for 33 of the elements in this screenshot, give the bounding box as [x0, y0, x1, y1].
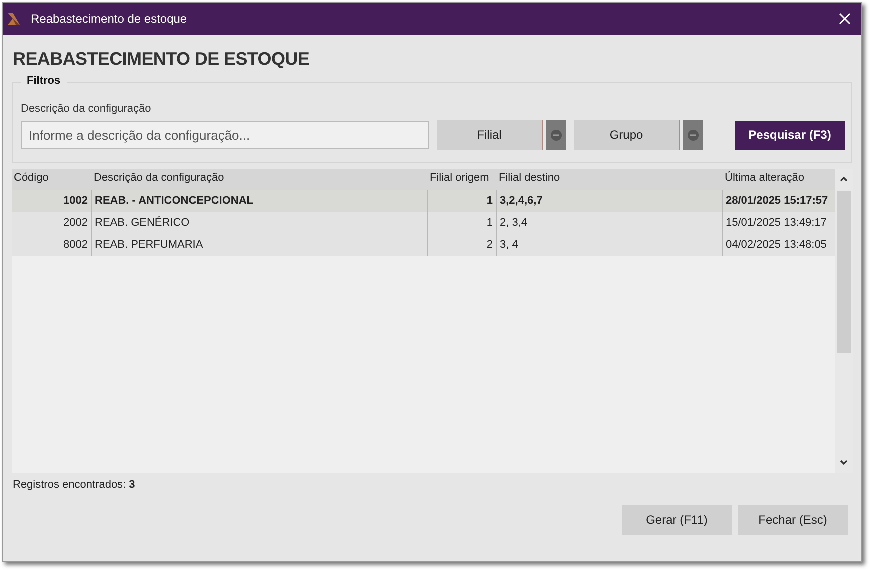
filters-legend: Filtros	[21, 75, 67, 87]
table-row[interactable]: 2002 REAB. GENÉRICO 1 2, 3,4 15/01/2025 13:49:17	[12, 212, 835, 234]
selector-button[interactable]: Grupo	[574, 120, 680, 150]
records-count: Registros encontrados: 3	[13, 479, 136, 491]
footer-button[interactable]: Gerar (F11)	[622, 505, 732, 535]
table-cell-text: 15/01/2025 13:49:17	[725, 216, 828, 231]
footer-button[interactable]: Fechar (Esc)	[738, 505, 848, 535]
table-cell: 3, 4	[497, 234, 723, 256]
scroll-up-icon[interactable]	[840, 176, 848, 182]
search-button[interactable]: Pesquisar (F3)	[735, 120, 845, 150]
table-cell-text: 04/02/2025 13:48:05	[725, 238, 828, 253]
page-heading: REABASTECIMENTO DE ESTOQUE	[13, 49, 311, 70]
window-title: Reabastecimento de estoque	[31, 12, 188, 26]
scroll-thumb[interactable]	[837, 191, 851, 353]
column-header[interactable]: Descrição da configuração	[92, 169, 428, 190]
column-header[interactable]: Filial origem	[428, 169, 497, 190]
table-row[interactable]: 8002 REAB. PERFUMARIA 2 3, 4 04/02/2025 13:48:05	[12, 234, 835, 256]
close-icon[interactable]	[839, 13, 851, 25]
minus-icon	[688, 130, 698, 140]
column-header[interactable]: Última alteração	[723, 169, 834, 190]
column-header[interactable]: Código	[12, 169, 92, 190]
column-header[interactable]: Filial destino	[497, 169, 723, 190]
table-cell: REAB. PERFUMARIA	[92, 234, 428, 256]
table-cell: 2	[428, 234, 497, 256]
scroll-down-icon[interactable]	[840, 460, 848, 466]
table-row[interactable]: 1002 REAB. - ANTICONCEPCIONAL 1 3,2,4,6,7 28/01/2025 15:17:57	[12, 190, 835, 212]
selector-button[interactable]: Filial	[437, 120, 543, 150]
table-cell: 8002	[12, 234, 92, 256]
table-cell-text: 28/01/2025 15:17:57	[725, 194, 830, 209]
field-label: Descrição da configuração	[21, 103, 152, 115]
minus-icon	[550, 130, 562, 140]
logo-icon	[7, 12, 21, 26]
description-field[interactable]: Informe a descrição da configuração...	[21, 121, 429, 149]
